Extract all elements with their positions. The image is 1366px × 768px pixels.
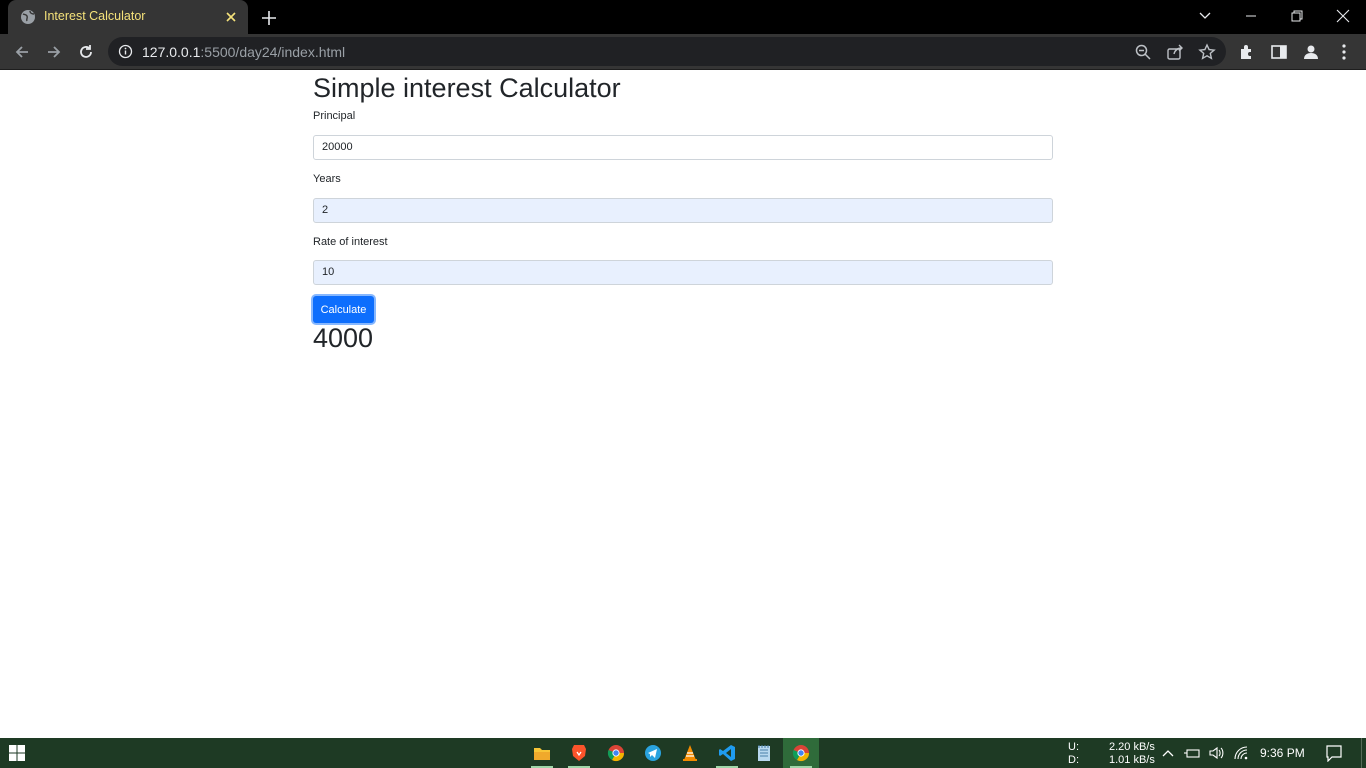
kebab-menu-icon[interactable] bbox=[1335, 43, 1353, 61]
result-value: 4000 bbox=[313, 323, 374, 353]
taskbar-brave[interactable] bbox=[561, 738, 597, 768]
rate-label: Rate of interest bbox=[313, 236, 388, 248]
tab-close-icon[interactable] bbox=[222, 8, 240, 26]
info-icon[interactable] bbox=[118, 44, 133, 59]
rate-input[interactable]: 10 bbox=[313, 260, 1053, 285]
windows-taskbar: U: D: 2.20 kB/s 1.01 kB/s 9:36 PM bbox=[0, 738, 1366, 768]
minimize-button[interactable] bbox=[1228, 0, 1274, 32]
new-tab-icon[interactable] bbox=[258, 7, 280, 29]
vscode-icon bbox=[719, 745, 735, 761]
download-label: D: bbox=[1068, 754, 1079, 766]
page-title: Simple interest Calculator bbox=[313, 73, 621, 103]
zoom-out-icon[interactable] bbox=[1134, 43, 1152, 61]
arrow-left-icon bbox=[15, 46, 28, 58]
arrow-right-icon bbox=[48, 46, 61, 58]
tab-search-button[interactable] bbox=[1182, 0, 1228, 32]
taskbar-file-explorer[interactable] bbox=[524, 738, 560, 768]
reload-icon bbox=[80, 45, 92, 58]
chevron-down-icon bbox=[1199, 12, 1211, 19]
browser-tab[interactable]: Interest Calculator bbox=[8, 0, 248, 34]
browser-toolbar: 127.0.0.1:5500/day24/index.html bbox=[0, 34, 1366, 70]
taskbar-vscode[interactable] bbox=[709, 738, 745, 768]
globe-icon bbox=[21, 10, 35, 24]
restore-button[interactable] bbox=[1274, 0, 1320, 32]
chevron-up-icon[interactable] bbox=[1160, 745, 1176, 761]
telegram-icon bbox=[645, 745, 661, 761]
vlc-icon bbox=[683, 745, 697, 761]
taskbar-notepad[interactable] bbox=[746, 738, 782, 768]
tab-title: Interest Calculator bbox=[44, 9, 146, 23]
taskbar-vlc[interactable] bbox=[672, 738, 708, 768]
notification-center-icon[interactable] bbox=[1325, 744, 1343, 762]
windows-start-icon[interactable] bbox=[8, 744, 26, 762]
calculate-button[interactable]: Calculate bbox=[313, 296, 374, 323]
download-speed: 1.01 kB/s bbox=[1109, 754, 1155, 766]
url-text: 127.0.0.1:5500/day24/index.html bbox=[142, 44, 345, 60]
folder-icon bbox=[534, 748, 550, 760]
url-host: 127.0.0.1 bbox=[142, 44, 201, 60]
taskbar-chrome-active[interactable] bbox=[783, 738, 819, 768]
url-path: :5500/day24/index.html bbox=[200, 44, 346, 60]
restore-icon bbox=[1291, 10, 1303, 22]
chrome-icon bbox=[607, 745, 625, 762]
show-desktop-button[interactable] bbox=[1361, 738, 1366, 768]
share-icon[interactable] bbox=[1166, 43, 1184, 61]
years-input[interactable]: 2 bbox=[313, 198, 1053, 223]
taskbar-telegram[interactable] bbox=[635, 738, 671, 768]
back-button[interactable] bbox=[10, 40, 34, 64]
address-bar[interactable]: 127.0.0.1:5500/day24/index.html bbox=[108, 37, 1226, 66]
browser-tabstrip: Interest Calculator bbox=[0, 0, 1366, 34]
brave-icon bbox=[572, 745, 586, 761]
principal-label: Principal bbox=[313, 110, 356, 122]
upload-speed: 2.20 kB/s bbox=[1109, 741, 1155, 753]
upload-label: U: bbox=[1068, 741, 1079, 753]
page-viewport: Simple interest Calculator Principal 200… bbox=[0, 71, 1366, 738]
minimize-icon bbox=[1246, 15, 1256, 17]
notepad-icon bbox=[758, 745, 770, 761]
side-panel-icon[interactable] bbox=[1270, 43, 1288, 61]
battery-plug-icon[interactable] bbox=[1184, 745, 1200, 761]
taskbar-chrome[interactable] bbox=[598, 738, 634, 768]
volume-icon[interactable] bbox=[1208, 745, 1224, 761]
close-icon bbox=[1336, 9, 1350, 23]
extensions-icon[interactable] bbox=[1238, 43, 1256, 61]
wifi-icon[interactable] bbox=[1233, 745, 1249, 761]
chrome-active-icon bbox=[792, 745, 810, 762]
close-window-button[interactable] bbox=[1320, 0, 1366, 32]
reload-button[interactable] bbox=[74, 40, 98, 64]
profile-icon[interactable] bbox=[1302, 43, 1320, 61]
forward-button[interactable] bbox=[42, 40, 66, 64]
bookmark-star-icon[interactable] bbox=[1198, 43, 1216, 61]
taskbar-clock[interactable]: 9:36 PM bbox=[1260, 746, 1305, 760]
principal-input[interactable]: 20000 bbox=[313, 135, 1053, 160]
years-label: Years bbox=[313, 173, 341, 185]
